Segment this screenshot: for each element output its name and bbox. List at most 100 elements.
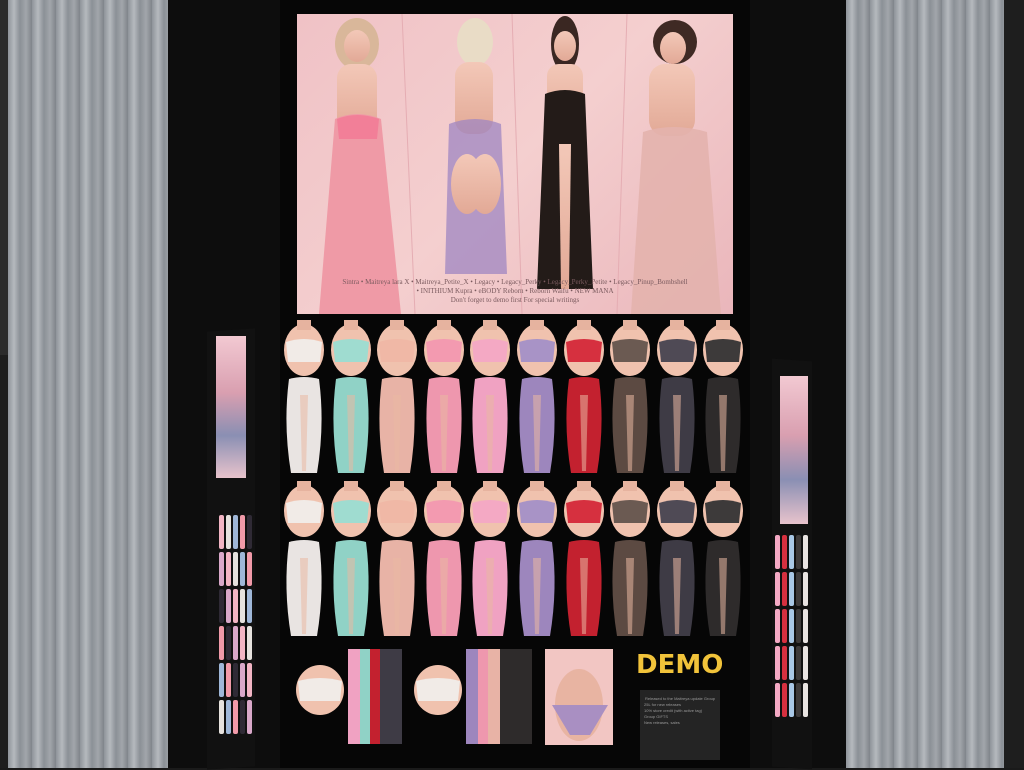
skirt-swatch-10[interactable]: [702, 538, 745, 638]
top-swatch-9[interactable]: [656, 481, 699, 537]
side-swatch[interactable]: [247, 626, 252, 660]
side-swatch[interactable]: [803, 572, 808, 606]
side-swatch[interactable]: [219, 552, 224, 586]
top-swatch-8[interactable]: [609, 481, 652, 537]
top-swatch-7[interactable]: [563, 481, 606, 537]
side-swatch[interactable]: [775, 683, 780, 717]
side-swatch[interactable]: [247, 663, 252, 697]
top-swatch-7[interactable]: [563, 320, 606, 376]
top-swatch-5[interactable]: [469, 320, 512, 376]
top-swatch-4[interactable]: [423, 481, 466, 537]
side-swatch[interactable]: [803, 683, 808, 717]
side-swatch[interactable]: [782, 646, 787, 680]
side-swatch[interactable]: [775, 646, 780, 680]
side-swatch[interactable]: [240, 663, 245, 697]
top-swatch-1[interactable]: [283, 481, 326, 537]
side-swatch[interactable]: [803, 646, 808, 680]
skirt-swatch-7[interactable]: [563, 538, 606, 638]
side-swatch[interactable]: [233, 663, 238, 697]
top-swatch-6[interactable]: [516, 320, 559, 376]
skirt-swatch-5[interactable]: [469, 375, 512, 475]
side-vendor-poster-right[interactable]: [780, 376, 808, 524]
skirt-swatch-3[interactable]: [376, 375, 419, 475]
side-swatch[interactable]: [789, 683, 794, 717]
side-swatch[interactable]: [219, 515, 224, 549]
top-swatch-2[interactable]: [330, 481, 373, 537]
side-swatch[interactable]: [226, 589, 231, 623]
top-swatch-2[interactable]: [330, 320, 373, 376]
skirt-swatch-8[interactable]: [609, 538, 652, 638]
side-swatch[interactable]: [219, 626, 224, 660]
side-swatch[interactable]: [240, 626, 245, 660]
side-swatch[interactable]: [789, 572, 794, 606]
group-info-notecard[interactable]: Released to the Maitreya update Group 25…: [640, 690, 720, 760]
skirt-swatch-7[interactable]: [563, 375, 606, 475]
skirt-swatch-9[interactable]: [656, 375, 699, 475]
side-swatch[interactable]: [782, 572, 787, 606]
side-swatch[interactable]: [247, 515, 252, 549]
skirt-swatch-4[interactable]: [423, 538, 466, 638]
side-swatch[interactable]: [219, 700, 224, 734]
side-swatch[interactable]: [233, 589, 238, 623]
side-swatch[interactable]: [796, 535, 801, 569]
side-swatch[interactable]: [226, 626, 231, 660]
top-swatch-8[interactable]: [609, 320, 652, 376]
side-swatch[interactable]: [240, 700, 245, 734]
skirt-swatch-1[interactable]: [283, 538, 326, 638]
side-swatch[interactable]: [233, 552, 238, 586]
top-swatch-10[interactable]: [702, 481, 745, 537]
top-swatch-5[interactable]: [469, 481, 512, 537]
side-swatch[interactable]: [796, 683, 801, 717]
side-swatch[interactable]: [796, 572, 801, 606]
side-swatch[interactable]: [226, 700, 231, 734]
side-swatch[interactable]: [240, 552, 245, 586]
side-swatch[interactable]: [803, 609, 808, 643]
top-swatch-4[interactable]: [423, 320, 466, 376]
skirt-swatch-4[interactable]: [423, 375, 466, 475]
side-swatch[interactable]: [240, 515, 245, 549]
side-swatch[interactable]: [775, 572, 780, 606]
skirt-swatch-2[interactable]: [330, 375, 373, 475]
side-swatch[interactable]: [233, 626, 238, 660]
skirt-swatch-8[interactable]: [609, 375, 652, 475]
skirt-swatch-9[interactable]: [656, 538, 699, 638]
side-swatch[interactable]: [782, 535, 787, 569]
side-vendor-poster-left[interactable]: [216, 336, 246, 478]
main-ad-poster[interactable]: Sintra • Maitreya lara X • Maitreya_Peti…: [297, 14, 733, 314]
side-swatch[interactable]: [219, 589, 224, 623]
side-swatch[interactable]: [789, 535, 794, 569]
side-vendor-swatches-right[interactable]: [775, 535, 808, 717]
top-swatch-3[interactable]: [376, 481, 419, 537]
side-swatch[interactable]: [233, 515, 238, 549]
side-swatch[interactable]: [219, 663, 224, 697]
side-swatch[interactable]: [803, 535, 808, 569]
side-swatch[interactable]: [782, 609, 787, 643]
side-vendor-swatches-left[interactable]: [219, 515, 252, 734]
side-swatch[interactable]: [789, 609, 794, 643]
side-swatch[interactable]: [796, 646, 801, 680]
side-swatch[interactable]: [775, 609, 780, 643]
side-swatch[interactable]: [247, 552, 252, 586]
skirt-swatch-10[interactable]: [702, 375, 745, 475]
skirt-swatch-6[interactable]: [516, 375, 559, 475]
side-swatch[interactable]: [247, 589, 252, 623]
skirt-swatch-2[interactable]: [330, 538, 373, 638]
top-swatch-6[interactable]: [516, 481, 559, 537]
top-swatch-10[interactable]: [702, 320, 745, 376]
fatpack-shelf[interactable]: [290, 645, 620, 755]
top-swatch-9[interactable]: [656, 320, 699, 376]
side-swatch[interactable]: [226, 515, 231, 549]
side-swatch[interactable]: [226, 663, 231, 697]
skirt-swatch-3[interactable]: [376, 538, 419, 638]
side-swatch[interactable]: [789, 646, 794, 680]
side-swatch[interactable]: [782, 683, 787, 717]
side-swatch[interactable]: [233, 700, 238, 734]
side-swatch[interactable]: [240, 589, 245, 623]
skirt-swatch-6[interactable]: [516, 538, 559, 638]
side-swatch[interactable]: [226, 552, 231, 586]
top-swatch-1[interactable]: [283, 320, 326, 376]
skirt-swatch-1[interactable]: [283, 375, 326, 475]
side-swatch[interactable]: [775, 535, 780, 569]
side-swatch[interactable]: [247, 700, 252, 734]
top-swatch-3[interactable]: [376, 320, 419, 376]
